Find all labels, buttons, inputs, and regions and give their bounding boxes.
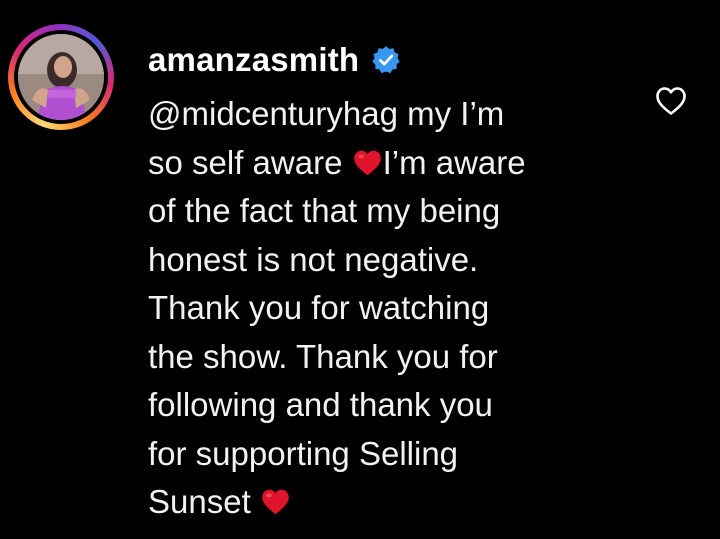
comment-text-segment: Sunset [148,483,260,520]
comment-line-6: the show. Thank you for [148,337,498,375]
comment-line-2: so self aware I’m aware [148,139,628,188]
comment-line-9: Sunset [148,478,628,527]
heart-outline-icon[interactable] [655,86,687,116]
comment-text: @midcenturyhag my I’m so self aware I’m … [148,90,628,527]
comment-line-4: honest is not negative. [148,240,479,278]
red-heart-emoji [262,489,289,515]
comment-text-segment: I’m aware [382,143,526,181]
comment: amanzasmith @midcenturyhag my I’m so sel… [0,0,720,539]
mention-link[interactable]: @midcenturyhag [148,95,398,132]
comment-line-7: following and thank you [148,386,493,423]
comment-line-1: @midcenturyhag my I’m [148,90,628,139]
avatar-story-ring[interactable] [8,24,114,130]
comment-text-segment: my I’m [397,95,505,132]
avatar-photo [18,34,104,120]
verified-badge-icon [372,46,401,74]
comment-line-5: Thank you for watching [148,289,490,326]
red-heart-emoji [353,150,381,175]
username[interactable]: amanzasmith [148,41,359,79]
comment-text-segment: so self aware [148,143,352,181]
avatar[interactable] [18,34,104,120]
username-row: amanzasmith [148,38,401,82]
comment-line-3: of the fact that my being [148,192,501,229]
comment-line-8: for supporting Selling [148,434,459,472]
